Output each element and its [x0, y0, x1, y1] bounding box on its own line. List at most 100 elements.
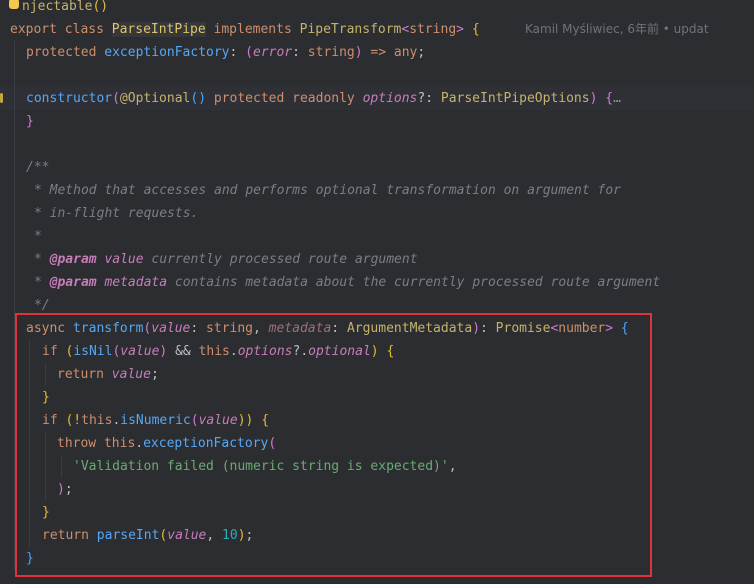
- code-line[interactable]: * Method that accesses and performs opti…: [0, 179, 754, 202]
- code-token: value: [198, 413, 238, 428]
- code-token: ;: [245, 528, 254, 543]
- code-token: *: [34, 252, 42, 267]
- code-token: ): [57, 482, 65, 497]
- code-token: value: [111, 367, 151, 382]
- code-token: ?.: [292, 344, 309, 359]
- code-token: if: [42, 413, 58, 428]
- code-editor[interactable]: njectable() export class ParseIntPipe im…: [0, 0, 754, 584]
- code-token: parseInt: [96, 528, 160, 543]
- code-token: ;: [150, 367, 159, 382]
- code-line[interactable]: [0, 64, 754, 87]
- code-token: ): [589, 91, 598, 106]
- code-token: ,: [206, 528, 215, 543]
- code-token: protected: [26, 45, 97, 60]
- code-line[interactable]: [0, 133, 754, 156]
- code-line[interactable]: * @param value currently processed route…: [0, 248, 754, 271]
- code-token: ParseIntPipeOptions: [440, 91, 590, 106]
- code-token: *: [34, 229, 42, 244]
- code-line[interactable]: if (!this.isNumeric(value)) {: [0, 409, 754, 432]
- code-token: (): [190, 91, 207, 106]
- code-token: :: [292, 45, 300, 60]
- lightbulb-icon[interactable]: [9, 0, 19, 9]
- code-token: (: [245, 45, 253, 60]
- code-line[interactable]: return value;: [0, 363, 754, 386]
- code-token: currently processed route argument: [151, 252, 418, 267]
- code-token: :: [480, 321, 488, 336]
- code-line[interactable]: if (isNil(value) && this.options?.option…: [0, 340, 754, 363]
- code-token: (: [112, 91, 120, 106]
- code-token: value: [120, 344, 160, 359]
- code-token: :: [331, 321, 340, 336]
- code-token: contains metadata about the currently pr…: [174, 275, 661, 290]
- code-token: @param: [49, 252, 97, 267]
- code-token: implements: [213, 22, 292, 37]
- code-token: options: [237, 344, 293, 359]
- code-line[interactable]: */: [0, 294, 754, 317]
- code-token: }: [42, 505, 50, 520]
- code-token: this: [198, 344, 230, 359]
- code-token: string: [307, 45, 355, 60]
- code-token: optional: [308, 344, 371, 359]
- breakpoint-icon[interactable]: [0, 93, 3, 103]
- code-token: njectable: [22, 0, 93, 14]
- code-line[interactable]: 'Validation failed (numeric string is ex…: [0, 455, 754, 478]
- code-line[interactable]: }: [0, 501, 754, 524]
- code-line[interactable]: export class ParseIntPipe implements Pip…: [0, 18, 754, 41]
- code-token: }: [26, 114, 34, 129]
- code-line[interactable]: * @param metadata contains metadata abou…: [0, 271, 754, 294]
- code-line[interactable]: return parseInt(value, 10);: [0, 524, 754, 547]
- code-line[interactable]: protected exceptionFactory: (error: stri…: [0, 41, 754, 64]
- code-line[interactable]: }: [0, 547, 754, 570]
- code-token: >: [605, 321, 614, 336]
- code-token: options: [362, 91, 418, 106]
- code-line[interactable]: }: [0, 386, 754, 409]
- code-token: exceptionFactory: [104, 45, 230, 60]
- code-line[interactable]: * in-flight requests.: [0, 202, 754, 225]
- code-token: metadata: [268, 321, 332, 336]
- code-token: {: [386, 344, 395, 359]
- code-token: */: [34, 298, 50, 313]
- code-line[interactable]: *: [0, 225, 754, 248]
- code-token: (!: [65, 413, 82, 428]
- code-token: value: [151, 321, 191, 336]
- code-token: {: [261, 413, 270, 428]
- code-line[interactable]: async transform(value: string, metadata:…: [0, 317, 754, 340]
- code-line[interactable]: constructor(@Optional() protected readon…: [0, 87, 754, 110]
- code-line[interactable]: );: [0, 478, 754, 501]
- code-token: * Method that accesses and performs opti…: [34, 183, 621, 198]
- git-blame-annotation[interactable]: Kamil Myśliwiec, 6年前 • updat: [525, 18, 709, 41]
- code-token: 'Validation failed (numeric string is ex…: [73, 459, 449, 474]
- ellipsis-fold-icon[interactable]: …: [613, 91, 621, 106]
- code-token: *: [34, 275, 42, 290]
- code-token: isNumeric: [120, 413, 191, 428]
- code-token: value: [167, 528, 207, 543]
- code-token: if: [42, 344, 58, 359]
- code-token: /**: [26, 160, 50, 175]
- code-token: ?:: [417, 91, 434, 106]
- code-token: this: [81, 413, 113, 428]
- code-line[interactable]: njectable(): [0, 0, 754, 18]
- code-token: isNil: [73, 344, 113, 359]
- code-token: ): [472, 321, 481, 336]
- code-token: )): [237, 413, 254, 428]
- code-token: transform: [72, 321, 144, 336]
- code-token: {: [471, 22, 480, 37]
- code-token: .: [229, 344, 238, 359]
- code-line[interactable]: /**: [0, 156, 754, 179]
- code-token: this: [103, 436, 136, 451]
- code-token: {: [620, 321, 629, 336]
- code-token: class: [64, 22, 104, 37]
- code-token: ;: [64, 482, 73, 497]
- code-token: {: [605, 91, 614, 106]
- code-token: export: [10, 22, 57, 37]
- code-token: throw: [57, 436, 97, 451]
- code-token: string: [409, 22, 457, 37]
- code-token: ): [370, 344, 379, 359]
- code-token: (): [92, 0, 109, 14]
- code-line[interactable]: }: [0, 110, 754, 133]
- code-token: (: [190, 413, 199, 428]
- code-line[interactable]: throw this.exceptionFactory(: [0, 432, 754, 455]
- code-token: constructor: [26, 91, 113, 106]
- code-token: return: [42, 528, 89, 543]
- code-token: PipeTransform: [299, 22, 402, 37]
